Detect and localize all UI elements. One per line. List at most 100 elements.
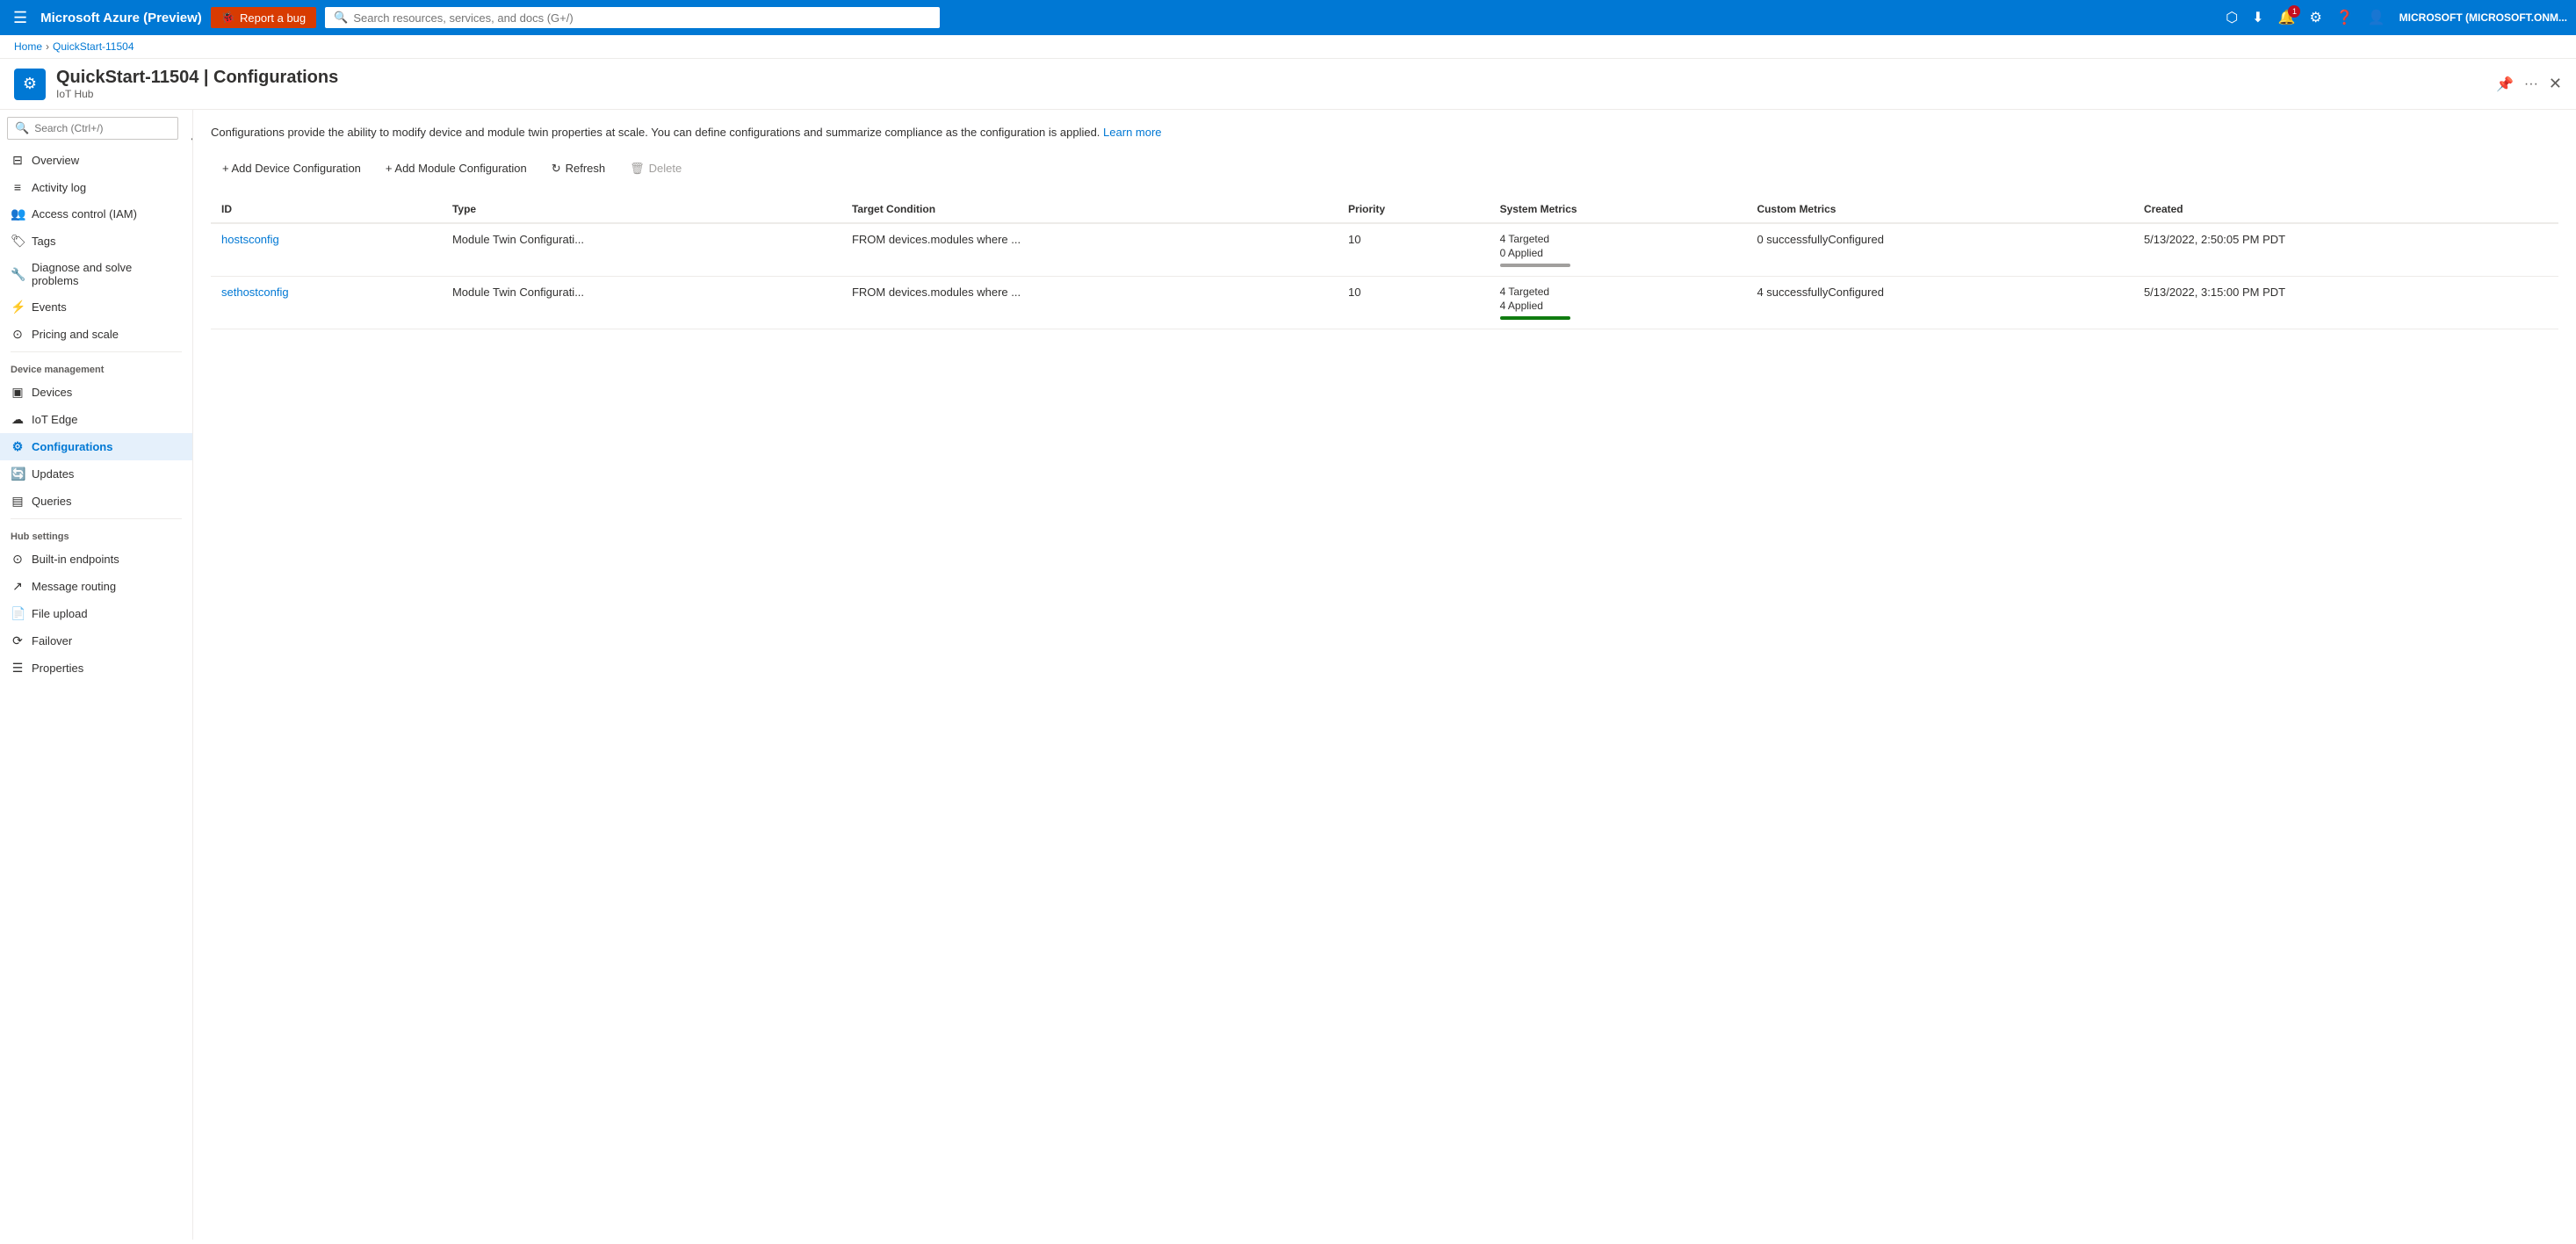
person-icon[interactable]: 👤 xyxy=(2368,9,2385,26)
metrics-progress-bar xyxy=(1500,316,1570,320)
sidebar-item-label: Configurations xyxy=(32,440,112,453)
toolbar: + Add Device Configuration + Add Module … xyxy=(211,156,2558,182)
cell-system-metrics: 4 Targeted 0 Applied xyxy=(1490,223,1747,277)
resource-title: QuickStart-11504 | Configurations xyxy=(56,68,2486,88)
sidebar-divider-1 xyxy=(11,351,182,352)
search-input[interactable] xyxy=(353,11,931,25)
sidebar: 🔍 « ⊟ Overview ≡ Activity log 👥 Access c… xyxy=(0,110,193,1240)
config-link[interactable]: hostsconfig xyxy=(221,233,279,246)
refresh-icon: ↻ xyxy=(552,162,561,176)
tags-icon: 🏷 xyxy=(11,234,25,249)
sidebar-item-devices[interactable]: ▣ Devices xyxy=(0,379,192,406)
report-bug-button[interactable]: 🐞 Report a bug xyxy=(211,7,316,28)
close-icon[interactable]: ✕ xyxy=(2549,75,2562,93)
sidebar-item-message-routing[interactable]: ↗ Message routing xyxy=(0,573,192,600)
sidebar-search[interactable]: 🔍 xyxy=(7,117,178,140)
sidebar-item-label: Message routing xyxy=(32,580,116,593)
sidebar-item-built-in-endpoints[interactable]: ⊙ Built-in endpoints xyxy=(0,546,192,573)
sidebar-item-iot-edge[interactable]: ☁ IoT Edge xyxy=(0,406,192,433)
section-label-device-management: Device management xyxy=(0,356,192,379)
delete-button[interactable]: 🗑 Delete xyxy=(618,156,693,182)
sidebar-collapse-button[interactable]: « xyxy=(185,129,193,147)
sidebar-item-label: Diagnose and solve problems xyxy=(32,261,182,287)
cell-custom-metrics: 4 successfullyConfigured xyxy=(1746,276,2133,329)
sidebar-item-label: Updates xyxy=(32,467,74,481)
sidebar-item-label: Events xyxy=(32,300,67,314)
breadcrumb-home[interactable]: Home xyxy=(14,40,42,53)
user-org: MICROSOFT (MICROSOFT.ONM... xyxy=(2399,11,2567,24)
resource-title-block: QuickStart-11504 | Configurations IoT Hu… xyxy=(56,68,2486,100)
sidebar-item-file-upload[interactable]: 📄 File upload xyxy=(0,600,192,627)
sidebar-item-events[interactable]: ⚡ Events xyxy=(0,293,192,321)
settings-icon[interactable]: ⚙ xyxy=(2309,9,2321,26)
iot-edge-icon: ☁ xyxy=(11,412,25,427)
cloudshell-icon[interactable]: ⬡ xyxy=(2226,9,2238,26)
report-bug-label: Report a bug xyxy=(240,11,306,25)
add-device-label: + Add Device Configuration xyxy=(222,162,361,175)
sidebar-search-input[interactable] xyxy=(34,122,170,134)
message-routing-icon: ↗ xyxy=(11,579,25,594)
cell-custom-metrics: 0 successfullyConfigured xyxy=(1746,223,2133,277)
cell-system-metrics: 4 Targeted 4 Applied xyxy=(1490,276,1747,329)
sidebar-item-label: IoT Edge xyxy=(32,413,78,426)
resource-header: ⚙ QuickStart-11504 | Configurations IoT … xyxy=(0,59,2576,110)
resource-icon: ⚙ xyxy=(14,69,46,100)
sidebar-item-diagnose[interactable]: 🔧 Diagnose and solve problems xyxy=(0,255,192,293)
breadcrumb-resource[interactable]: QuickStart-11504 xyxy=(53,40,134,53)
col-custom-metrics: Custom Metrics xyxy=(1746,196,2133,223)
endpoints-icon: ⊙ xyxy=(11,552,25,567)
sidebar-item-tags[interactable]: 🏷 Tags xyxy=(0,228,192,255)
sidebar-item-activity-log[interactable]: ≡ Activity log xyxy=(0,174,192,200)
sidebar-item-label: Activity log xyxy=(32,181,86,194)
description-bar: Configurations provide the ability to mo… xyxy=(211,124,2558,141)
pricing-icon: ⊙ xyxy=(11,327,25,342)
add-module-config-button[interactable]: + Add Module Configuration xyxy=(374,156,538,181)
breadcrumb-sep: › xyxy=(46,40,49,53)
sidebar-item-queries[interactable]: ▤ Queries xyxy=(0,488,192,515)
help-icon[interactable]: ❓ xyxy=(2336,9,2354,26)
refresh-label: Refresh xyxy=(566,162,606,175)
table-header-row: ID Type Target Condition Priority System… xyxy=(211,196,2558,223)
search-icon: 🔍 xyxy=(334,11,348,25)
feedback-icon[interactable]: ⬇ xyxy=(2252,9,2263,26)
hamburger-icon[interactable]: ☰ xyxy=(9,4,32,32)
sidebar-item-overview[interactable]: ⊟ Overview xyxy=(0,147,192,174)
sidebar-item-updates[interactable]: 🔄 Updates xyxy=(0,460,192,488)
learn-more-link[interactable]: Learn more xyxy=(1103,126,1161,139)
sidebar-item-failover[interactable]: ⟳ Failover xyxy=(0,627,192,655)
queries-icon: ▤ xyxy=(11,494,25,509)
cell-target-condition: FROM devices.modules where ... xyxy=(841,276,1338,329)
sidebar-item-label: Properties xyxy=(32,662,83,675)
sidebar-item-properties[interactable]: ☰ Properties xyxy=(0,655,192,682)
cell-target-condition: FROM devices.modules where ... xyxy=(841,223,1338,277)
diagnose-icon: 🔧 xyxy=(11,267,25,282)
sidebar-item-pricing[interactable]: ⊙ Pricing and scale xyxy=(0,321,192,348)
configurations-icon: ⚙ xyxy=(11,439,25,454)
col-id: ID xyxy=(211,196,442,223)
sidebar-item-configurations[interactable]: ⚙ Configurations xyxy=(0,433,192,460)
col-type: Type xyxy=(442,196,841,223)
cell-priority: 10 xyxy=(1338,276,1490,329)
col-priority: Priority xyxy=(1338,196,1490,223)
sidebar-search-icon: 🔍 xyxy=(15,121,29,135)
col-system-metrics: System Metrics xyxy=(1490,196,1747,223)
section-label-hub-settings: Hub settings xyxy=(0,523,192,546)
notification-icon[interactable]: 🔔 1 xyxy=(2278,9,2296,26)
events-icon: ⚡ xyxy=(11,300,25,315)
more-options-icon[interactable]: ··· xyxy=(2524,76,2538,92)
pin-icon[interactable]: 📌 xyxy=(2496,76,2514,93)
sidebar-item-label: Devices xyxy=(32,386,72,399)
updates-icon: 🔄 xyxy=(11,466,25,481)
config-link[interactable]: sethostconfig xyxy=(221,286,289,299)
metrics-progress-bar xyxy=(1500,264,1570,267)
global-search[interactable]: 🔍 xyxy=(325,7,940,28)
sidebar-item-label: Built-in endpoints xyxy=(32,553,119,566)
add-device-config-button[interactable]: + Add Device Configuration xyxy=(211,156,372,181)
refresh-button[interactable]: ↻ Refresh xyxy=(540,156,617,182)
overview-icon: ⊟ xyxy=(11,153,25,168)
sidebar-item-label: Access control (IAM) xyxy=(32,207,137,221)
sidebar-item-label: Tags xyxy=(32,235,55,248)
cell-created: 5/13/2022, 3:15:00 PM PDT xyxy=(2133,276,2558,329)
sidebar-item-access-control[interactable]: 👥 Access control (IAM) xyxy=(0,200,192,228)
sidebar-divider-2 xyxy=(11,518,182,519)
